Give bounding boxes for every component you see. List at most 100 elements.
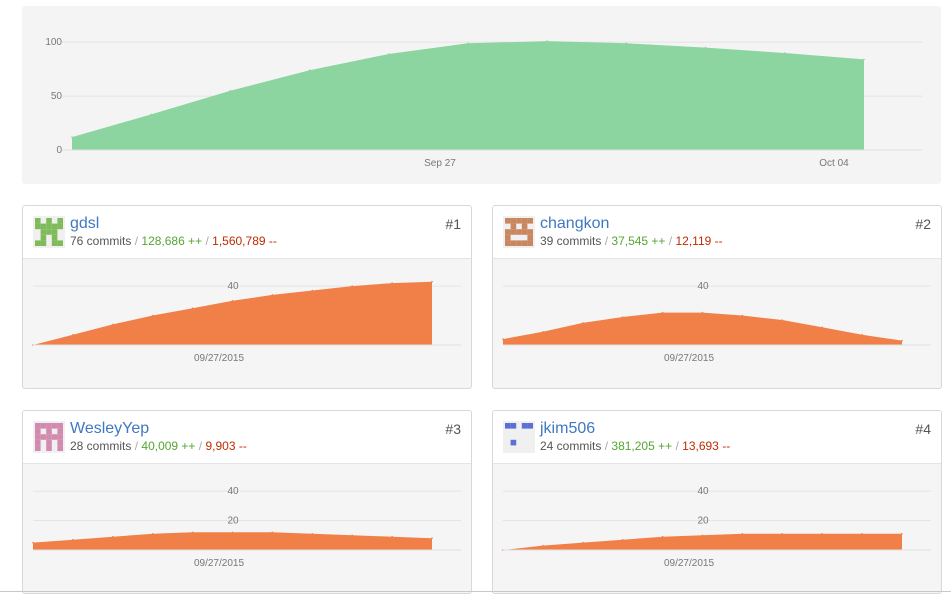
contributor-stats: 28 commits / 40,009 ++ / 9,903 -- [70,439,247,453]
identicon-icon [505,218,533,246]
data-point [861,333,863,336]
additions-count: 381,205 ++ [611,439,673,453]
data-point [542,330,544,333]
data-point [231,300,234,302]
additions-count: 37,545 ++ [611,234,666,248]
data-point [821,533,823,535]
y-tick-label: 20 [227,516,239,527]
x-tick-label: Oct 04 [819,158,849,169]
data-point [391,535,393,538]
deletions-count: 9,903 -- [205,439,247,453]
data-point [391,282,393,284]
x-tick-label: 09/27/2015 [664,558,714,569]
x-tick-label: 09/27/2015 [194,353,244,364]
separator: / [205,234,209,248]
data-point [502,338,504,340]
commit-count-link[interactable]: 76 commits [70,234,131,248]
rank-label: #3 [445,421,461,437]
commit-count-link[interactable]: 24 commits [540,439,601,453]
data-point [621,316,624,318]
data-point [542,544,544,547]
contributor-name-link[interactable]: WesleyYep [70,420,149,438]
data-point [271,294,274,296]
overview-chart: 0 50 100 Sep 27 Oct 04 [22,6,941,184]
contributor-area-chart: 40 09/27/2015 [32,280,461,364]
additions-count: 40,009 ++ [141,439,196,453]
data-point [582,541,584,544]
rank-label: #4 [915,421,931,437]
area-series [503,533,902,550]
contributor-card-2: changkon 39 commits / 37,545 ++ / 12,119… [492,205,942,389]
x-tick-label: 09/27/2015 [194,558,244,569]
separator: / [675,439,679,453]
data-point [863,58,865,61]
data-point [72,538,74,541]
contributor-area-chart: 20 40 09/27/2015 [502,486,931,569]
separator: / [134,439,139,453]
data-point [151,533,154,535]
contributor-area-chart: 20 40 09/27/2015 [32,486,461,569]
deletions-count: 1,560,789 -- [212,234,277,248]
contributor-header: jkim506 24 commits / 381,205 ++ / 13,693… [493,411,941,464]
separator: / [668,234,673,248]
contributor-name-link[interactable]: gdsl [70,215,99,233]
identicon-icon [35,218,63,246]
commit-count-link[interactable]: 28 commits [70,439,131,453]
identicon-icon [505,423,533,446]
y-tick-label: 0 [56,145,62,156]
x-tick-label: 09/27/2015 [664,353,714,364]
separator: / [604,439,609,453]
deletions-count: 12,119 -- [675,234,723,248]
data-point [741,314,744,317]
avatar[interactable] [33,421,65,453]
x-tick-label: Sep 27 [424,158,456,169]
y-tick-label: 100 [45,37,62,48]
data-point [231,531,234,534]
y-tick-label: 40 [227,486,239,497]
data-point [151,314,154,317]
data-point [32,541,34,544]
data-point [112,535,114,538]
data-point [661,311,664,314]
area-series [503,312,902,345]
commit-count-link[interactable]: 39 commits [540,234,601,248]
deletions-count: 13,693 -- [682,439,731,453]
data-point [821,326,823,329]
contributor-name-link[interactable]: jkim506 [540,420,595,438]
data-point [191,531,194,534]
avatar[interactable] [503,421,535,453]
data-point [784,52,786,54]
data-point [271,531,274,534]
data-point [71,136,73,138]
data-point [701,311,704,314]
additions-count: 128,686 ++ [141,234,203,248]
data-point [661,535,664,538]
data-point [431,280,433,283]
data-point [625,42,628,45]
divider [0,591,951,592]
data-point [150,113,152,116]
contributor-card-3: WesleyYep 28 commits / 40,009 ++ / 9,903… [22,410,472,594]
data-point [311,289,314,292]
data-point [351,285,354,287]
data-point [861,533,863,535]
contributor-area-chart: 40 09/27/2015 [502,281,931,364]
contributor-name-link[interactable]: changkon [540,215,609,233]
contributor-stats: 76 commits / 128,686 ++ / 1,560,789 -- [70,234,277,248]
data-point [112,323,114,326]
y-tick-label: 20 [697,516,709,527]
data-point [351,534,354,537]
data-point [704,46,707,49]
data-point [621,538,624,541]
data-point [701,534,704,537]
area-series [72,41,864,150]
y-tick-label: 40 [697,486,709,497]
separator: / [604,234,609,248]
data-point [388,53,390,55]
data-point [72,333,74,336]
avatar[interactable] [33,216,65,248]
identicon-icon [35,423,63,451]
data-point [781,533,784,535]
rank-label: #2 [915,216,931,232]
avatar[interactable] [503,216,535,248]
